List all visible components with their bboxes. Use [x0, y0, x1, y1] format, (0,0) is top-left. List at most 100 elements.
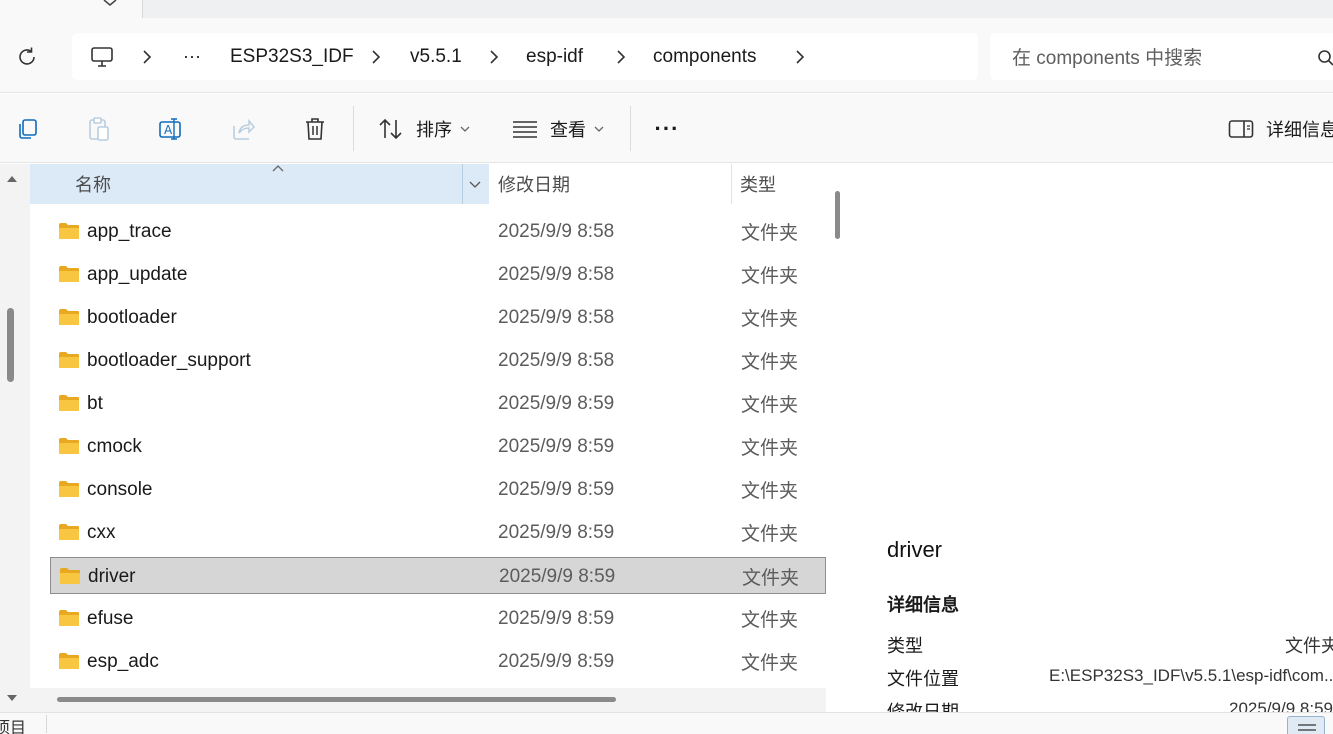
- file-modified: 2025/9/9 8:59: [498, 392, 615, 414]
- file-modified: 2025/9/9 8:59: [498, 435, 615, 457]
- chevron-right-icon[interactable]: [142, 33, 152, 80]
- file-modified: 2025/9/9 8:59: [498, 607, 615, 629]
- folder-icon: [58, 437, 80, 460]
- file-type: 文件夹: [741, 309, 799, 330]
- file-modified: 2025/9/9 8:58: [498, 306, 615, 328]
- file-modified: 2025/9/9 8:58: [498, 263, 615, 285]
- details-type-label: 类型: [887, 636, 923, 656]
- file-type: 文件夹: [741, 524, 799, 545]
- file-row[interactable]: bootloader_support 2025/9/9 8:58 文件夹: [50, 342, 826, 379]
- sort-icon: [379, 118, 402, 139]
- file-name[interactable]: console: [87, 471, 153, 508]
- search-box[interactable]: 在 components 中搜索: [990, 33, 1333, 80]
- computer-icon[interactable]: [88, 43, 116, 71]
- copy-icon[interactable]: [10, 94, 44, 163]
- file-name[interactable]: cmock: [87, 428, 142, 465]
- file-row[interactable]: efuse 2025/9/9 8:59 文件夹: [50, 600, 826, 637]
- search-icon[interactable]: [1316, 48, 1333, 68]
- sort-button[interactable]: 排序: [378, 94, 474, 163]
- chevron-right-icon[interactable]: [371, 33, 381, 80]
- breadcrumb-item-esp32s3-idf[interactable]: ESP32S3_IDF: [230, 33, 354, 80]
- folder-icon: [58, 222, 80, 245]
- file-type: 文件夹: [741, 653, 799, 674]
- sort-label: 排序: [416, 119, 452, 140]
- delete-icon[interactable]: [298, 94, 332, 163]
- breadcrumb-overflow[interactable]: ···: [183, 33, 201, 80]
- view-button[interactable]: 查看: [512, 94, 608, 163]
- paste-icon[interactable]: [82, 94, 116, 163]
- file-row[interactable]: app_trace 2025/9/9 8:58 文件夹: [50, 213, 826, 250]
- file-type: 文件夹: [742, 568, 800, 589]
- details-pane-label: 详细信息: [1266, 119, 1333, 140]
- command-bar: A 排序 查看 ··· 详细信息: [0, 94, 1333, 163]
- file-name[interactable]: app_trace: [87, 213, 172, 250]
- column-header-modified[interactable]: 修改日期: [498, 164, 570, 204]
- share-icon[interactable]: [226, 94, 260, 163]
- file-type: 文件夹: [741, 352, 799, 373]
- more-options-button[interactable]: ···: [650, 94, 684, 163]
- file-list-horizontal-scroll-thumb[interactable]: [57, 697, 616, 702]
- chevron-right-icon[interactable]: [616, 33, 626, 80]
- file-name[interactable]: bootloader_support: [87, 342, 251, 379]
- navigation-pane-scrollbar[interactable]: [0, 164, 30, 712]
- active-tab[interactable]: [0, 0, 143, 18]
- svg-text:A: A: [164, 123, 173, 137]
- file-row[interactable]: cmock 2025/9/9 8:59 文件夹: [50, 428, 826, 465]
- rename-icon[interactable]: A: [154, 94, 188, 163]
- details-pane-button[interactable]: 详细信息: [1228, 94, 1333, 163]
- file-name[interactable]: app_update: [87, 256, 187, 293]
- chevron-down-icon: [460, 126, 470, 132]
- file-row[interactable]: console 2025/9/9 8:59 文件夹: [50, 471, 826, 508]
- navigation-scroll-thumb[interactable]: [7, 308, 14, 382]
- file-row[interactable]: bt 2025/9/9 8:59 文件夹: [50, 385, 826, 422]
- breadcrumb-item-esp-idf[interactable]: esp-idf: [526, 33, 583, 80]
- column-header-name[interactable]: 名称: [30, 164, 489, 204]
- file-name[interactable]: driver: [88, 558, 136, 595]
- chevron-right-icon[interactable]: [489, 33, 499, 80]
- file-row[interactable]: driver 2025/9/9 8:59 文件夹: [50, 557, 826, 594]
- scroll-down-icon[interactable]: [6, 694, 18, 703]
- column-filter-chevron-icon[interactable]: [469, 181, 481, 188]
- tab-strip: [0, 0, 1333, 18]
- folder-icon: [58, 265, 80, 288]
- file-name[interactable]: efuse: [87, 600, 133, 637]
- file-modified: 2025/9/9 8:59: [498, 478, 615, 500]
- file-list-vertical-scroll-thumb[interactable]: [835, 191, 840, 239]
- breadcrumb-item-components[interactable]: components: [653, 33, 757, 80]
- column-header-type[interactable]: 类型: [740, 164, 776, 204]
- file-modified: 2025/9/9 8:59: [498, 521, 615, 543]
- folder-icon: [58, 523, 80, 546]
- file-name[interactable]: bootloader: [87, 299, 177, 336]
- breadcrumb-item-v551[interactable]: v5.5.1: [410, 33, 462, 80]
- file-row[interactable]: esp_adc 2025/9/9 8:59 文件夹: [50, 643, 826, 680]
- details-title: driver: [887, 537, 943, 562]
- sort-ascending-icon: [272, 165, 284, 172]
- file-name[interactable]: cxx: [87, 514, 116, 551]
- file-row[interactable]: cxx 2025/9/9 8:59 文件夹: [50, 514, 826, 551]
- file-name[interactable]: esp_adc: [87, 643, 159, 680]
- close-tab-icon[interactable]: [101, 0, 119, 6]
- breadcrumb[interactable]: ··· ESP32S3_IDF v5.5.1 esp-idf component…: [72, 33, 978, 80]
- file-name[interactable]: bt: [87, 385, 103, 422]
- scroll-up-icon[interactable]: [6, 174, 18, 183]
- folder-icon: [58, 394, 80, 417]
- details-location-value[interactable]: E:\ESP32S3_IDF\v5.5.1\esp-idf\com...: [1049, 666, 1333, 686]
- file-row[interactable]: bootloader 2025/9/9 8:58 文件夹: [50, 299, 826, 336]
- chevron-down-icon: [594, 126, 604, 132]
- file-list: 名称 修改日期 类型 app_trace 2025/9/9 8:58 文件夹 app_…: [30, 164, 826, 712]
- view-label: 查看: [550, 119, 586, 140]
- file-row[interactable]: app_update 2025/9/9 8:58 文件夹: [50, 256, 826, 293]
- folder-icon: [59, 567, 81, 590]
- details-view-toggle[interactable]: [1287, 716, 1325, 734]
- folder-icon: [58, 480, 80, 503]
- details-modified-label: 修改日期: [887, 702, 959, 712]
- folder-icon: [58, 351, 80, 374]
- details-section-heading: 详细信息: [887, 595, 959, 615]
- details-type-value: 文件夹: [1285, 636, 1333, 656]
- file-modified: 2025/9/9 8:58: [498, 220, 615, 242]
- details-pane-icon: [1228, 119, 1254, 138]
- refresh-icon[interactable]: [14, 44, 40, 70]
- search-input[interactable]: 在 components 中搜索: [1012, 33, 1202, 80]
- chevron-right-icon[interactable]: [795, 33, 805, 80]
- details-modified-value: 2025/9/9 8:59: [1229, 699, 1333, 712]
